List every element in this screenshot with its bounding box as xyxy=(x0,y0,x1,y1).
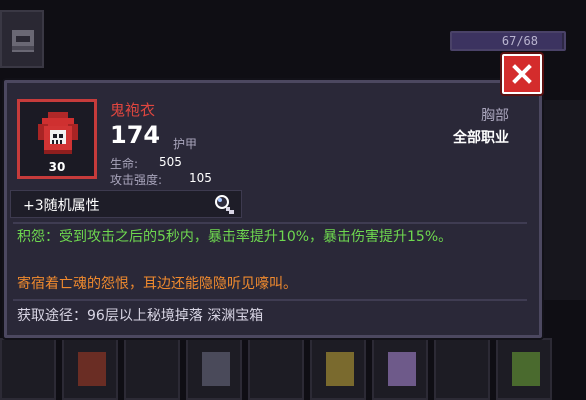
inventory-slot[interactable] xyxy=(62,338,118,400)
progress-bar: 67/68 xyxy=(450,31,566,51)
boots-icon xyxy=(202,352,230,386)
inventory-slot[interactable] xyxy=(372,338,428,400)
helmet-icon xyxy=(12,30,34,52)
boots-icon xyxy=(512,352,540,386)
inventory-slot[interactable] xyxy=(186,338,242,400)
stat-label: 攻击强度: xyxy=(110,173,163,187)
inventory-slot[interactable] xyxy=(434,338,490,400)
equipment-slot-label: 胸部 xyxy=(481,108,509,124)
armor-label: 护甲 xyxy=(173,137,198,151)
inventory-slot[interactable] xyxy=(124,338,180,400)
stat-label: 生命: xyxy=(110,157,139,171)
item-tooltip-panel: 30 鬼袍衣 174 护甲 生命: 505 攻击强度: 105 胸部 全部职业 … xyxy=(4,80,542,338)
boots-icon xyxy=(326,352,354,386)
red-robe-skull-icon xyxy=(38,112,78,154)
lore-text: 寄宿着亡魂的怨恨，耳边还能隐隐听见嚎叫。 xyxy=(17,276,297,292)
boots-icon xyxy=(388,352,416,386)
random-attributes-row[interactable]: +3随机属性 xyxy=(10,190,242,218)
stat-value: 105 xyxy=(189,171,212,185)
close-icon xyxy=(512,64,532,84)
inventory-slot[interactable] xyxy=(248,338,304,400)
armor-value: 174 xyxy=(110,121,161,149)
close-button[interactable] xyxy=(502,54,542,94)
random-attributes-label: +3随机属性 xyxy=(23,198,100,214)
magnifier-icon[interactable] xyxy=(213,194,237,216)
inventory-slot[interactable] xyxy=(310,338,366,400)
boots-icon xyxy=(78,352,106,386)
item-name: 鬼袍衣 xyxy=(110,101,156,119)
stat-value: 505 xyxy=(159,155,182,169)
progress-text: 67/68 xyxy=(501,34,538,48)
class-requirement: 全部职业 xyxy=(453,130,509,146)
special-effect-text: 积怨：受到攻击之后的5秒内，暴击率提升10%，暴击伤害提升15%。 xyxy=(17,229,453,245)
stat-row-health: 生命: 505 xyxy=(110,155,182,172)
stat-row-attack: 攻击强度: 105 xyxy=(110,171,212,188)
inventory-slot[interactable] xyxy=(496,338,552,400)
inventory-bottom-row xyxy=(0,338,586,400)
divider xyxy=(13,299,527,301)
item-icon-frame: 30 xyxy=(17,99,97,179)
item-level: 30 xyxy=(48,160,66,174)
inventory-slot[interactable] xyxy=(0,338,56,400)
background-right-column xyxy=(538,100,586,300)
acquisition-source-text: 获取途径：96层以上秘境掉落 深渊宝箱 xyxy=(17,308,264,324)
divider xyxy=(13,222,527,224)
equipment-slot-helmet[interactable] xyxy=(0,10,44,68)
